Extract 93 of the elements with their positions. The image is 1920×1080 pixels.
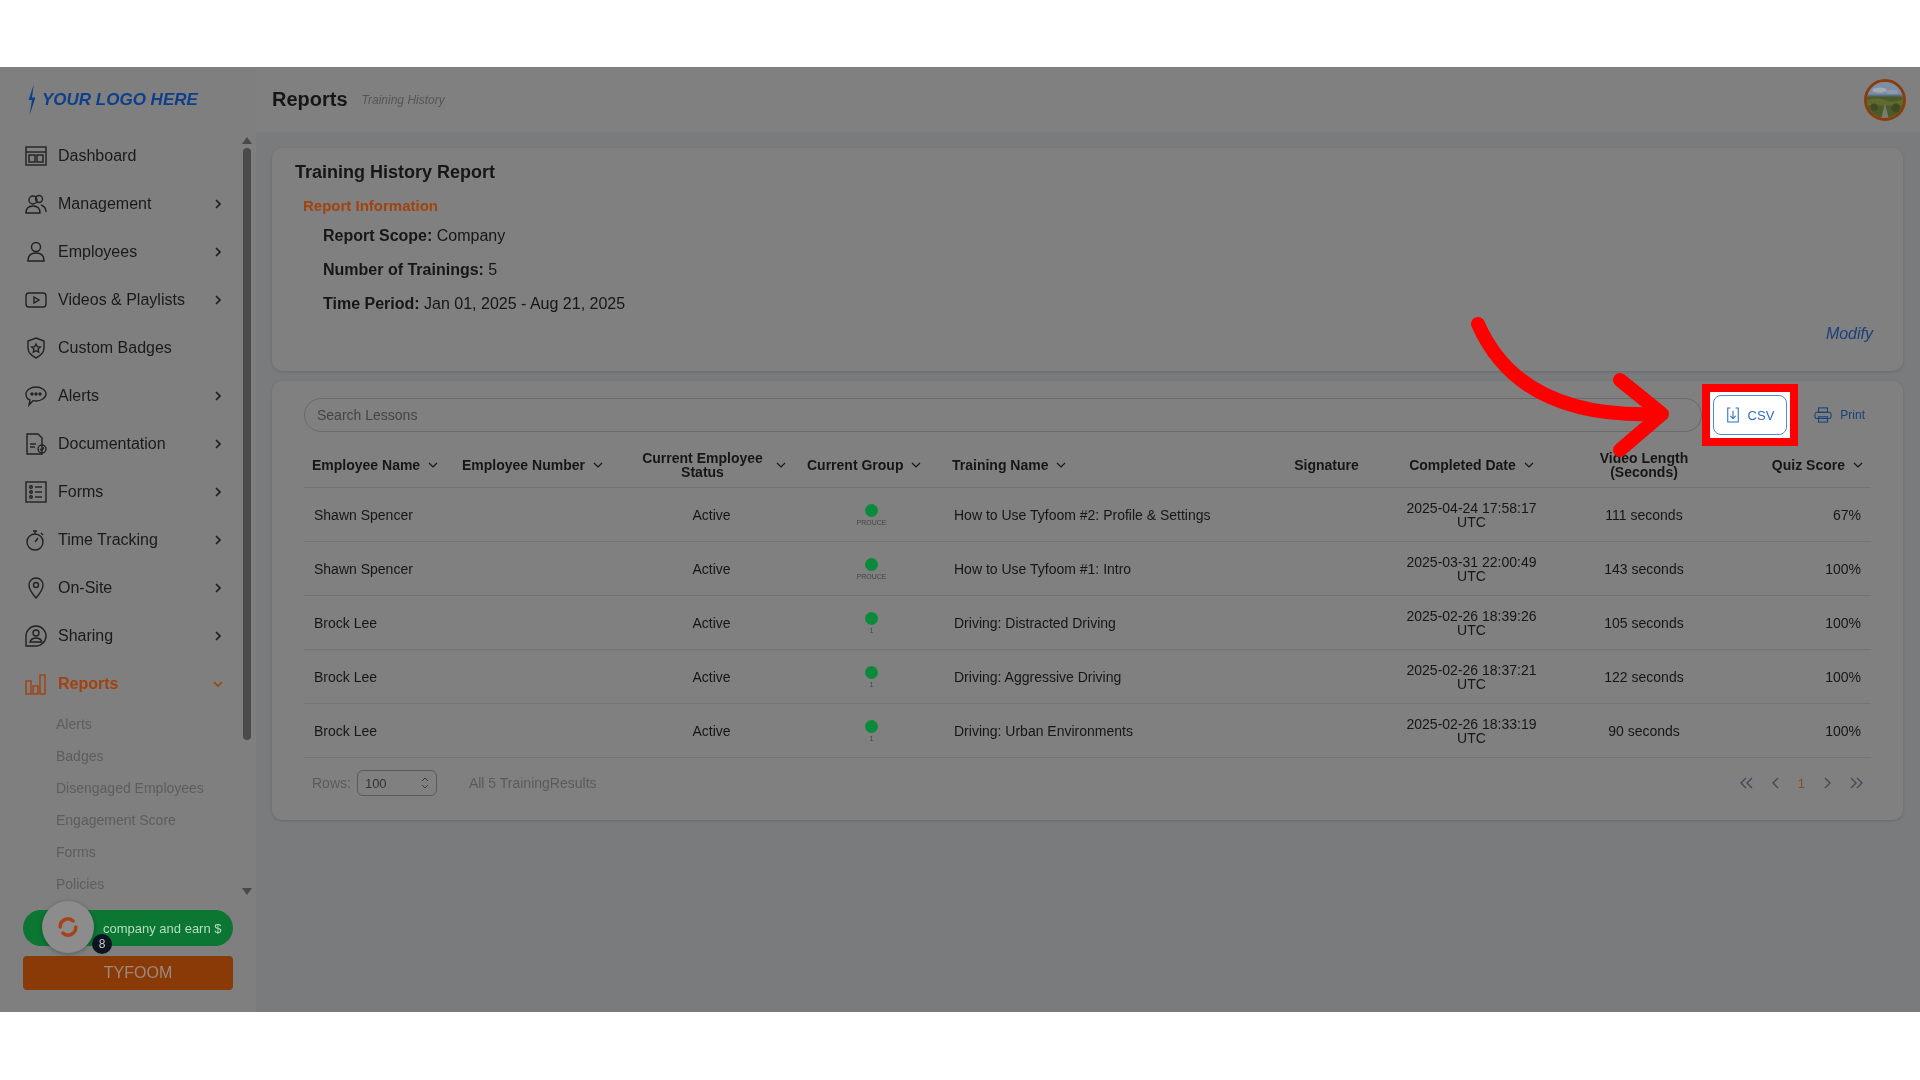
section-heading: Report Information: [303, 197, 439, 214]
table-cell: 67%: [1832, 506, 1861, 523]
document-icon: [24, 432, 48, 456]
nav-item[interactable]: Documentation: [0, 420, 242, 468]
person-icon: [24, 240, 48, 264]
table-cell: 100%: [1825, 668, 1861, 685]
column-header[interactable]: Current Group: [799, 458, 944, 472]
nav-item[interactable]: Videos & Playlists: [0, 276, 242, 324]
table-cell-text: 2025-02-26 18:33:19 UTC: [1405, 716, 1538, 745]
table-cell: 105 seconds: [1604, 614, 1684, 631]
chevron-icon: [212, 630, 224, 642]
people-icon: [24, 192, 48, 216]
nav-item[interactable]: Time Tracking: [0, 516, 242, 564]
table-cell: 90 seconds: [1608, 722, 1680, 739]
table-cell: 100%: [1825, 560, 1861, 577]
table-cell: 100%: [1825, 614, 1861, 631]
shield-star-icon: [24, 336, 48, 360]
bar-chart-icon: [24, 672, 48, 696]
modify-link[interactable]: Modify: [1825, 325, 1873, 343]
report-field: Number of Trainings: 5: [323, 261, 1873, 279]
table-cell: How to Use Tyfoom #2: Profile & Settings: [954, 506, 1211, 523]
scrollbar-thumb[interactable]: [243, 148, 251, 740]
brand-button[interactable]: TYFOOM: [23, 956, 233, 990]
table-cell: How to Use Tyfoom #1: Intro: [954, 560, 1132, 577]
chevron-icon: [212, 198, 224, 210]
chevron-icon: [212, 246, 224, 258]
column-header[interactable]: Completed Date: [1379, 458, 1564, 472]
dashboard-icon: [24, 144, 48, 168]
nav-item[interactable]: Management: [0, 180, 242, 228]
download-icon: [1725, 406, 1740, 424]
rows-select[interactable]: 100: [356, 770, 437, 796]
nav-item[interactable]: Alerts: [0, 372, 242, 420]
avatar[interactable]: [1864, 78, 1906, 121]
column-header[interactable]: Signature: [1274, 458, 1379, 472]
table-cell: 100%: [1825, 722, 1861, 739]
table-cell-text: 2025-02-26 18:39:26 UTC: [1405, 608, 1538, 637]
column-header[interactable]: Quiz Score: [1724, 458, 1871, 472]
chevron-icon: [212, 390, 224, 402]
page-title: Reports: [272, 88, 348, 111]
table-cell: Active: [692, 722, 731, 739]
person-bubble-icon: [24, 624, 48, 648]
table-cell: 111 seconds: [1605, 506, 1683, 523]
scroll-up-icon[interactable]: [242, 136, 252, 144]
chevron-icon: [212, 294, 224, 306]
column-header[interactable]: Current Employee Status: [624, 451, 799, 479]
table-cell: Driving: Urban Environments: [954, 722, 1133, 739]
list-icon: [24, 480, 48, 504]
previous-page-icon[interactable]: [1771, 777, 1780, 789]
stepper-icon: [420, 777, 429, 789]
table-cell-text: 2025-04-24 17:58:17 UTC: [1405, 500, 1538, 529]
speech-bubble-icon: [24, 384, 48, 408]
chat-widget[interactable]: [42, 901, 94, 953]
scroll-down-icon[interactable]: [242, 888, 252, 896]
last-page-icon[interactable]: [1849, 777, 1865, 789]
nav-item[interactable]: Forms: [0, 468, 242, 516]
table-cell: Brock Lee: [314, 614, 378, 631]
chevron-icon: [212, 678, 224, 690]
table-cell: Shawn Spencer: [314, 506, 413, 523]
next-page-icon[interactable]: [1823, 777, 1831, 789]
table-cell-text: 2025-03-31 22:00:49 UTC: [1405, 554, 1538, 583]
nav-item[interactable]: Employees: [0, 228, 242, 276]
csv-button[interactable]: CSV: [1712, 395, 1788, 435]
card-title: Training History Report: [295, 162, 497, 183]
printer-icon: [1814, 407, 1833, 423]
table-cell: Driving: Distracted Driving: [954, 614, 1116, 631]
chevron-icon: [212, 438, 224, 450]
search-field[interactable]: Search Lessons: [304, 398, 1702, 432]
table-cell: Brock Lee: [314, 722, 378, 739]
nav-item[interactable]: Custom Badges: [0, 324, 242, 372]
nav-item[interactable]: On-Site: [0, 564, 242, 612]
table-cell: 122 seconds: [1604, 668, 1684, 685]
notification-badge: 8: [92, 934, 112, 954]
print-button[interactable]: Print: [1808, 407, 1871, 423]
nav-item[interactable]: Sharing: [0, 612, 242, 660]
report-field: Time Period: Jan 01, 2025 - Aug 21, 2025: [323, 295, 1873, 313]
column-header[interactable]: Employee Number: [454, 458, 624, 472]
chevron-icon: [212, 486, 224, 498]
table-cell-text: 2025-02-26 18:37:21 UTC: [1405, 662, 1538, 691]
table-cell: Shawn Spencer: [314, 560, 413, 577]
column-header[interactable]: Employee Name: [304, 458, 454, 472]
table-cell: 143 seconds: [1604, 560, 1684, 577]
column-header[interactable]: Training Name: [944, 458, 1274, 472]
table-cell: Driving: Aggressive Driving: [954, 668, 1122, 685]
logo[interactable]: YOUR LOGO HERE: [26, 81, 198, 118]
chevron-icon: [212, 582, 224, 594]
table-cell: Active: [692, 614, 731, 631]
table-cell: Active: [692, 560, 731, 577]
table-cell: Active: [692, 668, 731, 685]
table-cell: Active: [692, 506, 731, 523]
chevron-icon: [212, 534, 224, 546]
report-field: Report Scope: Company: [323, 227, 1873, 245]
table-cell: Brock Lee: [314, 668, 378, 685]
nav-item[interactable]: Dashboard: [0, 132, 242, 180]
